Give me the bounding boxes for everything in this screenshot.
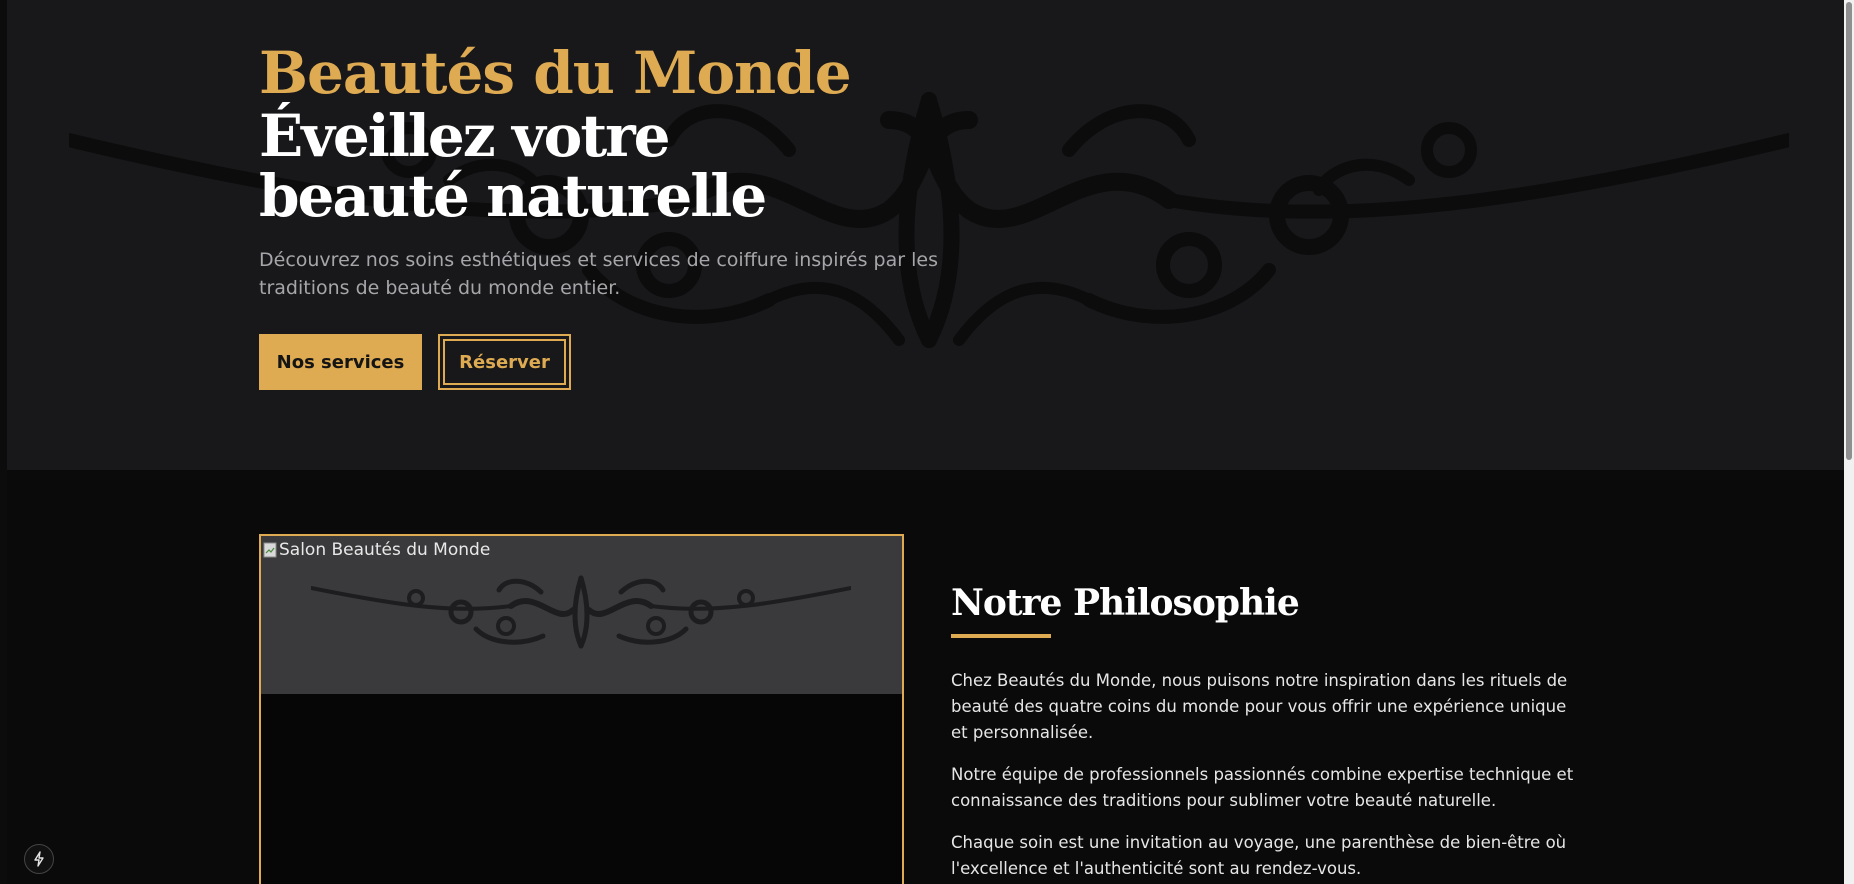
image-banner: Salon Beautés du Monde: [261, 536, 902, 694]
lightning-icon[interactable]: [24, 844, 54, 874]
page: Beautés du Monde Éveillez votre beauté n…: [0, 0, 1854, 884]
image-alt-text: Salon Beautés du Monde: [263, 540, 490, 560]
hero-section: Beautés du Monde Éveillez votre beauté n…: [7, 0, 1844, 470]
philosophy-paragraph: Chez Beautés du Monde, nous puisons notr…: [951, 671, 1568, 742]
lightning-glyph: [34, 851, 44, 867]
brand-title: Beautés du Monde: [259, 39, 852, 107]
reserve-button[interactable]: Réserver: [438, 334, 571, 390]
hero-headline: Éveillez votre beauté naturelle: [259, 102, 767, 230]
philosophy-title: Notre Philosophie: [951, 582, 1300, 624]
title-underline: [951, 634, 1051, 638]
services-button[interactable]: Nos services: [259, 334, 422, 390]
hero-content: Beautés du Monde Éveillez votre beauté n…: [259, 40, 959, 321]
philosophy-paragraph: Chaque soin est une invitation au voyage…: [951, 833, 1567, 878]
hero-description: Découvrez nos soins esthétiques et servi…: [259, 249, 938, 299]
scrollbar[interactable]: [1844, 0, 1854, 884]
broken-image-icon: [263, 542, 277, 558]
hero-buttons: Nos services Réserver: [259, 334, 571, 390]
scrollbar-thumb[interactable]: [1846, 2, 1852, 460]
left-edge: [0, 0, 7, 884]
tribal-ornament-image: [311, 575, 851, 649]
salon-image: Salon Beautés du Monde: [259, 534, 904, 884]
philosophy-section: Salon Beautés du Monde Notre Philosophie…: [7, 470, 1844, 884]
philosophy-text: Notre Philosophie Chez Beautés du Monde,…: [951, 580, 1591, 884]
philosophy-paragraph: Notre équipe de professionnels passionné…: [951, 765, 1574, 810]
image-alt-label: Salon Beautés du Monde: [279, 540, 491, 560]
